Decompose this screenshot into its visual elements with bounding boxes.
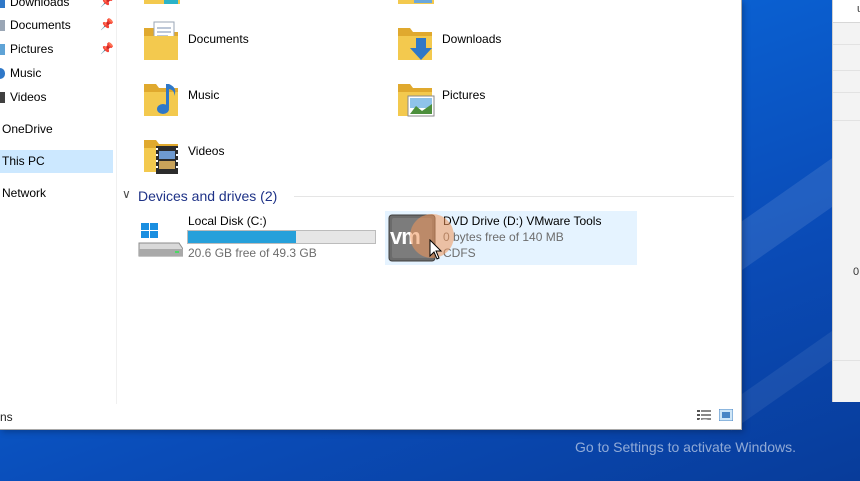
pin-icon[interactable]: 📌 [100, 14, 114, 37]
nav-item-label: Network [2, 186, 47, 200]
drive-local-disk[interactable]: Local Disk (C:) 20.6 GB free of 49.3 GB [135, 211, 380, 263]
pin-icon[interactable]: 📌 [100, 0, 114, 14]
nav-item-label: Pictures [10, 42, 54, 56]
navigation-pane[interactable]: Downloads 📌 Documents 📌 Pictures 📌 Music… [0, 0, 117, 404]
nav-item-label: OneDrive [2, 122, 53, 136]
nav-item-downloads[interactable]: Downloads 📌 [0, 0, 114, 14]
videos-icon [0, 92, 5, 103]
folder-icon [144, 0, 180, 4]
music-folder-icon [144, 84, 178, 116]
background-window-text: 0 [853, 266, 860, 278]
section-title: Devices and drives (2) [138, 188, 278, 204]
background-window-row [833, 70, 860, 71]
nav-item-videos[interactable]: Videos [0, 86, 113, 109]
folder-icon [398, 0, 434, 4]
folder-label: Music [188, 88, 220, 102]
nav-item-label: Music [10, 66, 42, 80]
large-icons-view-icon[interactable] [719, 409, 733, 421]
nav-item-label: This PC [2, 154, 45, 168]
downloads-icon [0, 0, 5, 8]
folder-documents[interactable]: Documents [142, 20, 342, 70]
drive-free-space: 0 bytes free of 140 MB [443, 230, 564, 244]
pictures-folder-icon [398, 84, 435, 117]
folder-label: Documents [188, 32, 249, 46]
drive-usage-fill [188, 231, 297, 243]
nav-item-network[interactable]: Network [0, 182, 113, 205]
videos-folder-icon [144, 140, 178, 174]
nav-item-label: Documents [10, 18, 71, 32]
folder-label: Pictures [442, 88, 486, 102]
nav-item-this-pc[interactable]: This PC [0, 150, 113, 173]
drive-free-space: 20.6 GB free of 49.3 GB [188, 246, 317, 260]
pin-icon[interactable]: 📌 [100, 38, 114, 61]
background-window-row [833, 92, 860, 93]
nav-item-documents[interactable]: Documents 📌 [0, 14, 114, 37]
downloads-folder-icon [398, 28, 432, 60]
nav-item-pictures[interactable]: Pictures 📌 [0, 38, 114, 61]
section-divider [294, 196, 734, 197]
background-window[interactable]: ue 0 [832, 0, 860, 402]
folder-label: Downloads [442, 32, 502, 46]
folder-downloads[interactable]: Downloads [396, 20, 596, 70]
drive-name: Local Disk (C:) [188, 214, 267, 228]
background-window-row [833, 120, 860, 121]
file-explorer-window[interactable]: Downloads 📌 Documents 📌 Pictures 📌 Music… [0, 0, 742, 430]
documents-icon [0, 20, 5, 31]
folder-music[interactable]: Music [142, 76, 342, 126]
folder-label: Videos [188, 144, 225, 158]
drive-name: DVD Drive (D:) VMware Tools [443, 214, 602, 228]
pictures-icon [0, 44, 5, 55]
background-window-header [833, 0, 860, 23]
status-item-count: ns [0, 410, 13, 424]
devices-section-header[interactable]: ∨ Devices and drives (2) [122, 187, 734, 207]
music-icon [0, 68, 5, 79]
activate-windows-subtitle: Go to Settings to activate Windows. [575, 439, 796, 455]
nav-item-music[interactable]: Music [0, 62, 113, 85]
nav-item-label: Videos [10, 90, 47, 104]
mouse-pointer-icon [429, 239, 443, 260]
background-window-row [833, 44, 860, 45]
documents-folder-icon [144, 21, 178, 60]
activate-windows-title: Activate Windows [575, 413, 710, 432]
nav-item-onedrive[interactable]: OneDrive [0, 118, 113, 141]
chevron-down-icon[interactable]: ∨ [122, 187, 131, 201]
folder-videos[interactable]: Videos [142, 132, 342, 182]
nav-item-label: Downloads [10, 0, 70, 9]
folder-pictures[interactable]: Pictures [396, 76, 596, 126]
drive-usage-bar [187, 230, 376, 244]
background-window-row [833, 360, 860, 361]
local-disk-icon [138, 223, 183, 257]
